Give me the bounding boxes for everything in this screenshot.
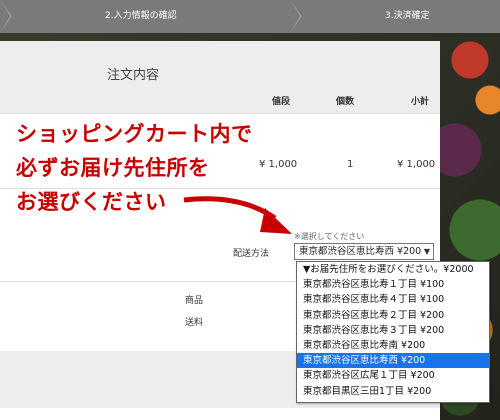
dropdown-option[interactable]: ▼お届先住所をお選びください。¥2000 [297, 262, 489, 277]
summary-goods-label: 商品 [185, 296, 204, 306]
dropdown-option[interactable]: 東京都渋谷区恵比寿南 ¥200 [297, 338, 489, 353]
dropdown-option[interactable]: 東京都渋谷区恵比寿１丁目 ¥100 [297, 277, 489, 292]
dropdown-option[interactable]: 東京都渋谷区恵比寿３丁目 ¥200 [297, 323, 489, 338]
annotation-line3: お選びください [16, 190, 167, 214]
summary-shipping-label: 送料 [185, 318, 204, 328]
red-arrow-icon [183, 196, 292, 234]
column-price: 値段 [272, 97, 291, 107]
shipping-method-select[interactable]: 東京都渋谷区恵比寿西 ¥200 ▼ [294, 243, 434, 260]
page-title: 注文内容 [107, 68, 160, 83]
divider [0, 113, 440, 114]
row-price: ¥ 1,000 [259, 159, 298, 170]
dropdown-option[interactable]: 東京都渋谷区広尾１丁目 ¥200 [297, 368, 489, 383]
shipping-selected-value: 東京都渋谷区恵比寿西 ¥200 [299, 246, 422, 257]
dropdown-option[interactable]: 東京都目黒区三田1丁目 ¥200 [297, 384, 489, 399]
step-divider-inner [290, 0, 300, 33]
annotation-line2: 必ずお届け先住所を [16, 156, 210, 180]
dropdown-option[interactable]: 東京都渋谷区恵比寿４丁目 ¥100 [297, 292, 489, 307]
dropdown-option-selected[interactable]: 東京都渋谷区恵比寿西 ¥200 [297, 353, 489, 369]
column-subtotal: 小計 [411, 97, 430, 107]
step-divider-inner [0, 0, 10, 33]
step-payment: 3.決済確定 [385, 11, 430, 21]
shipping-dropdown-list[interactable]: ▼お届先住所をお選びください。¥2000 東京都渋谷区恵比寿１丁目 ¥100 東… [296, 261, 490, 403]
order-header: 注文内容 [0, 41, 440, 113]
dropdown-option[interactable]: 東京都渋谷区恵比寿２丁目 ¥200 [297, 308, 489, 323]
row-subtotal: ¥ 1,000 [397, 159, 436, 170]
row-qty: 1 [347, 159, 354, 170]
chevron-down-icon: ▼ [423, 247, 430, 256]
checkout-steps: 2.入力情報の確認 3.決済確定 [0, 0, 500, 33]
shipping-label: 配送方法 [233, 249, 270, 259]
step-confirm-input: 2.入力情報の確認 [105, 11, 177, 21]
annotation-line1: ショッピングカート内で [16, 122, 253, 146]
column-qty: 個数 [336, 97, 355, 107]
